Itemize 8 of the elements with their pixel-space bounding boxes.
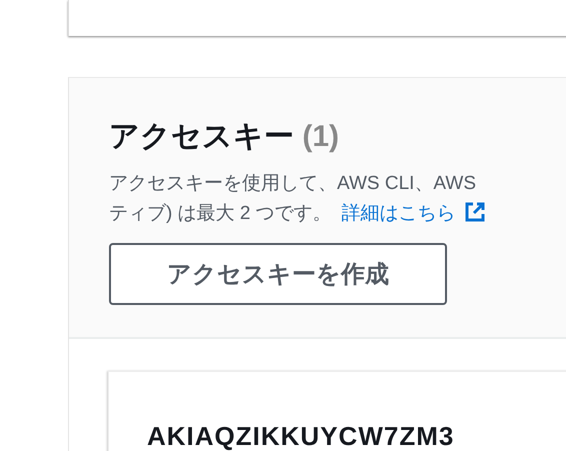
external-link-icon — [464, 201, 486, 223]
key-count: (1) — [302, 120, 340, 153]
description-text: アクセスキーを使用して、AWS CLI、AWS — [109, 173, 476, 194]
description-text: ティブ) は最大 2 つです。 — [109, 203, 332, 224]
create-access-key-button[interactable]: アクセスキーを作成 — [109, 243, 447, 305]
learn-more-link[interactable]: 詳細はこちら — [342, 203, 456, 224]
access-key-id: AKIAQZIKKUYCW7ZM3 — [147, 421, 454, 451]
section-title: アクセスキー — [109, 120, 294, 153]
